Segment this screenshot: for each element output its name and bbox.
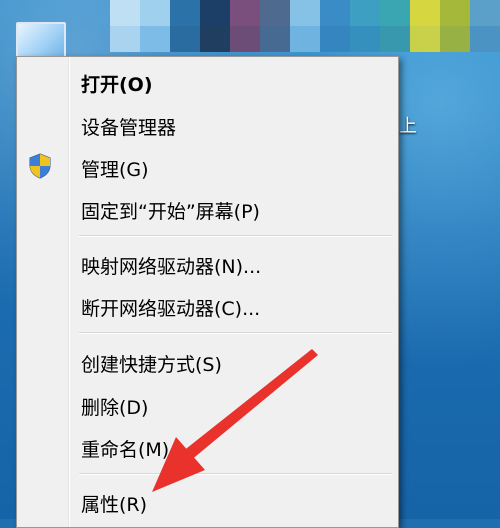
- menu-item-device-manager[interactable]: 设备管理器: [19, 104, 395, 144]
- menu-separator: [79, 332, 392, 334]
- menu-separator: [79, 473, 392, 475]
- menu-item-open[interactable]: 打开(O): [19, 61, 395, 101]
- menu-item-delete[interactable]: 删除(D): [19, 384, 395, 424]
- desktop-text-fragment: 上: [399, 116, 417, 137]
- menu-separator: [79, 235, 392, 237]
- menu-item-label: 设备管理器: [81, 117, 177, 139]
- context-menu: 打开(O) 设备管理器 管理(G) 固定到“开始”屏幕(P) 映射网络驱动器(N…: [16, 56, 399, 528]
- menu-item-label: 删除(D): [81, 397, 149, 419]
- menu-item-map-network-drive[interactable]: 映射网络驱动器(N)...: [19, 243, 395, 283]
- menu-item-label: 固定到“开始”屏幕(P): [81, 201, 260, 223]
- blurred-mosaic: [110, 0, 500, 52]
- menu-item-label: 断开网络驱动器(C)...: [81, 298, 261, 320]
- menu-item-label: 管理(G): [81, 159, 149, 181]
- menu-item-label: 创建快捷方式(S): [81, 354, 222, 376]
- menu-item-properties[interactable]: 属性(R): [19, 481, 395, 521]
- menu-item-create-shortcut[interactable]: 创建快捷方式(S): [19, 341, 395, 381]
- menu-item-manage[interactable]: 管理(G): [19, 146, 395, 186]
- menu-item-pin-to-start[interactable]: 固定到“开始”屏幕(P): [19, 188, 395, 228]
- monitor-icon: [16, 22, 66, 60]
- menu-item-label: 属性(R): [81, 494, 148, 516]
- uac-shield-icon: [28, 153, 52, 179]
- menu-item-label: 重命名(M): [81, 439, 170, 461]
- menu-item-rename[interactable]: 重命名(M): [19, 426, 395, 466]
- menu-item-label: 打开(O): [81, 74, 153, 96]
- menu-item-disconnect-network-drive[interactable]: 断开网络驱动器(C)...: [19, 285, 395, 325]
- menu-item-label: 映射网络驱动器(N)...: [81, 256, 262, 278]
